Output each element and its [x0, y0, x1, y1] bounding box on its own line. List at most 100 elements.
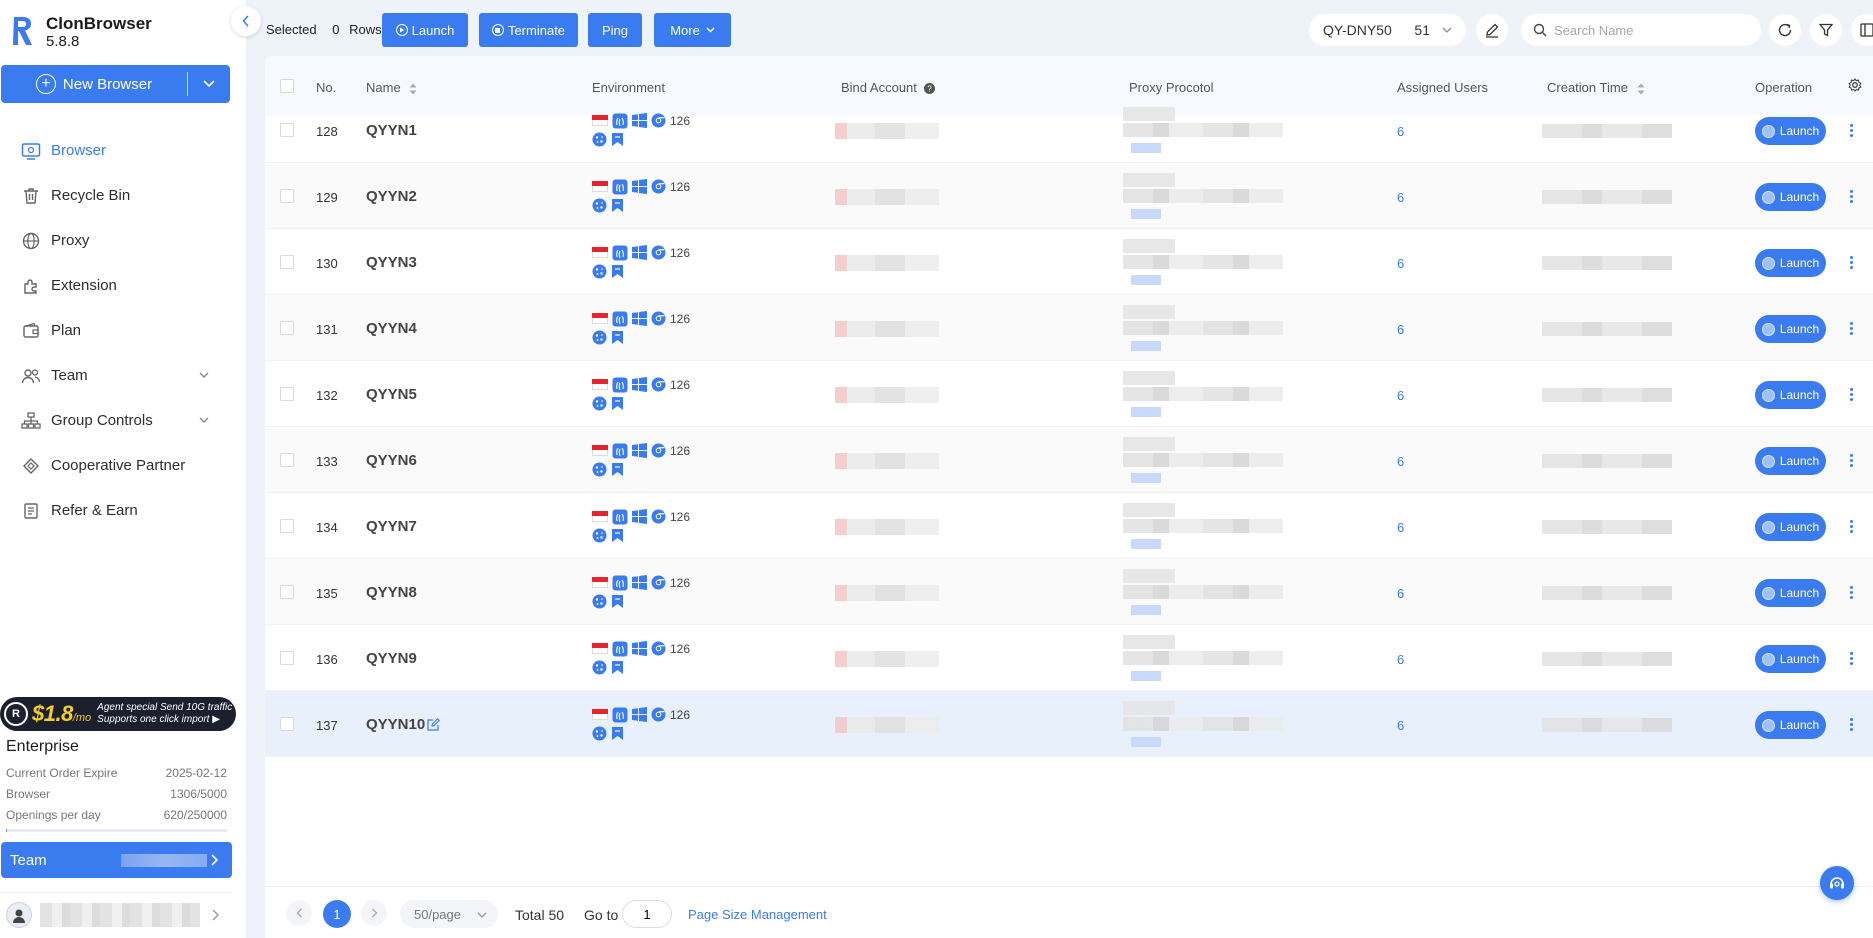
col-creation-time[interactable]: Creation Time — [1547, 80, 1645, 95]
row-name[interactable]: QYYN6 — [366, 452, 417, 469]
collapse-sidebar-button[interactable] — [231, 6, 261, 36]
page-size-management-link[interactable]: Page Size Management — [688, 907, 827, 922]
row-launch-button[interactable]: Launch — [1755, 579, 1826, 607]
table-row[interactable]: 132 QYYN5 126 6 Launch — [265, 361, 1873, 427]
row-more-menu-icon[interactable] — [1850, 124, 1854, 139]
row-more-menu-icon[interactable] — [1850, 718, 1854, 733]
assigned-users-count[interactable]: 6 — [1397, 322, 1404, 337]
row-checkbox[interactable] — [280, 189, 294, 203]
row-more-menu-icon[interactable] — [1850, 256, 1854, 271]
row-launch-button[interactable]: Launch — [1755, 381, 1826, 409]
refresh-button[interactable] — [1769, 14, 1801, 46]
row-name[interactable]: QYYN9 — [366, 650, 417, 667]
row-more-menu-icon[interactable] — [1850, 652, 1854, 667]
customer-service-button[interactable] — [1820, 866, 1854, 900]
new-browser-main[interactable]: + New Browser — [1, 65, 187, 103]
row-name[interactable]: QYYN7 — [366, 518, 417, 535]
goto-page-input[interactable] — [622, 900, 672, 928]
row-more-menu-icon[interactable] — [1850, 388, 1854, 403]
row-launch-button[interactable]: Launch — [1755, 249, 1826, 277]
assigned-users-count[interactable]: 6 — [1397, 124, 1404, 139]
sidebar-item-group-controls[interactable]: Group Controls — [0, 398, 246, 443]
new-browser-button[interactable]: + New Browser — [1, 65, 230, 103]
table-row[interactable]: 130 QYYN3 126 6 Launch — [265, 229, 1873, 295]
assigned-users-count[interactable]: 6 — [1397, 190, 1404, 205]
row-checkbox[interactable] — [280, 321, 294, 335]
row-launch-button[interactable]: Launch — [1755, 315, 1826, 343]
row-more-menu-icon[interactable] — [1850, 322, 1854, 337]
assigned-users-count[interactable]: 6 — [1397, 520, 1404, 535]
row-name[interactable]: QYYN3 — [366, 254, 417, 271]
sidebar-item-cooperative-partner[interactable]: Cooperative Partner — [0, 443, 246, 488]
table-row[interactable]: 129 QYYN2 126 6 Launch — [265, 163, 1873, 229]
sidebar-item-browser[interactable]: Browser — [0, 128, 246, 173]
select-all-checkbox[interactable] — [280, 79, 294, 93]
table-row[interactable]: 133 QYYN6 126 6 Launch — [265, 427, 1873, 493]
row-name[interactable]: QYYN4 — [366, 320, 417, 337]
row-checkbox[interactable] — [280, 255, 294, 269]
next-page-button[interactable] — [361, 900, 387, 926]
new-browser-dropdown[interactable] — [188, 65, 230, 103]
row-more-menu-icon[interactable] — [1850, 520, 1854, 535]
row-checkbox[interactable] — [280, 123, 294, 137]
row-checkbox[interactable] — [280, 387, 294, 401]
sidebar-item-extension[interactable]: Extension — [0, 263, 246, 308]
table-row[interactable]: 131 QYYN4 126 6 Launch — [265, 295, 1873, 361]
row-name[interactable]: QYYN5 — [366, 386, 417, 403]
assigned-users-count[interactable]: 6 — [1397, 718, 1404, 733]
assigned-users-count[interactable]: 6 — [1397, 586, 1404, 601]
sidebar-item-plan[interactable]: Plan — [0, 308, 246, 353]
filter-button[interactable] — [1810, 14, 1842, 46]
group-select[interactable]: QY-DNY50 51 — [1309, 14, 1466, 46]
sidebar-item-recycle-bin[interactable]: Recycle Bin — [0, 173, 246, 218]
row-launch-button[interactable]: Launch — [1755, 711, 1826, 739]
assigned-users-count[interactable]: 6 — [1397, 454, 1404, 469]
row-launch-button[interactable]: Launch — [1755, 645, 1826, 673]
search-box[interactable] — [1521, 14, 1761, 46]
help-icon[interactable]: ? — [923, 83, 935, 95]
row-checkbox[interactable] — [280, 519, 294, 533]
table-row[interactable]: 135 QYYN8 126 6 Launch — [265, 559, 1873, 625]
row-checkbox[interactable] — [280, 453, 294, 467]
assigned-users-count[interactable]: 6 — [1397, 256, 1404, 271]
promo-banner[interactable]: R $1.8 /mo Agent special Send 10G traffi… — [0, 697, 236, 731]
view-toggle-button[interactable] — [1851, 14, 1873, 46]
row-name[interactable]: QYYN2 — [366, 188, 417, 205]
row-name[interactable]: QYYN10 — [366, 716, 441, 733]
row-launch-button[interactable]: Launch — [1755, 117, 1826, 145]
row-more-menu-icon[interactable] — [1850, 190, 1854, 205]
table-row[interactable]: 136 QYYN9 126 6 Launch — [265, 625, 1873, 691]
assigned-users-count[interactable]: 6 — [1397, 652, 1404, 667]
table-row[interactable]: 128 QYYN1 126 6 Launch — [265, 97, 1873, 163]
column-settings-button[interactable] — [1848, 78, 1862, 95]
sidebar-item-proxy[interactable]: Proxy — [0, 218, 246, 263]
col-name[interactable]: Name — [366, 80, 417, 95]
sidebar-item-team[interactable]: Team — [0, 353, 246, 398]
terminate-button[interactable]: Terminate — [479, 13, 578, 47]
edit-name-icon[interactable] — [427, 718, 441, 731]
assigned-users-count[interactable]: 6 — [1397, 388, 1404, 403]
row-launch-button[interactable]: Launch — [1755, 447, 1826, 475]
team-switch-button[interactable]: Team — [1, 842, 232, 878]
launch-selected-button[interactable]: Launch — [382, 13, 468, 47]
user-profile[interactable] — [1, 892, 232, 936]
search-input[interactable] — [1554, 22, 1744, 38]
ping-button[interactable]: Ping — [588, 13, 642, 47]
sidebar-item-refer-earn[interactable]: Refer & Earn — [0, 488, 246, 533]
row-name[interactable]: QYYN1 — [366, 122, 417, 139]
table-row[interactable]: 137 QYYN10 126 6 Launch — [265, 691, 1873, 757]
edit-group-button[interactable] — [1476, 14, 1508, 46]
more-button[interactable]: More — [654, 13, 731, 47]
row-launch-button[interactable]: Launch — [1755, 183, 1826, 211]
table-row[interactable]: 134 QYYN7 126 6 Launch — [265, 493, 1873, 559]
page-1-button[interactable]: 1 — [323, 900, 351, 928]
row-launch-button[interactable]: Launch — [1755, 513, 1826, 541]
row-checkbox[interactable] — [280, 585, 294, 599]
row-more-menu-icon[interactable] — [1850, 586, 1854, 601]
page-size-select[interactable]: 50/page — [400, 900, 498, 928]
prev-page-button[interactable] — [286, 900, 312, 926]
row-checkbox[interactable] — [280, 717, 294, 731]
row-more-menu-icon[interactable] — [1850, 454, 1854, 469]
row-name[interactable]: QYYN8 — [366, 584, 417, 601]
row-checkbox[interactable] — [280, 651, 294, 665]
